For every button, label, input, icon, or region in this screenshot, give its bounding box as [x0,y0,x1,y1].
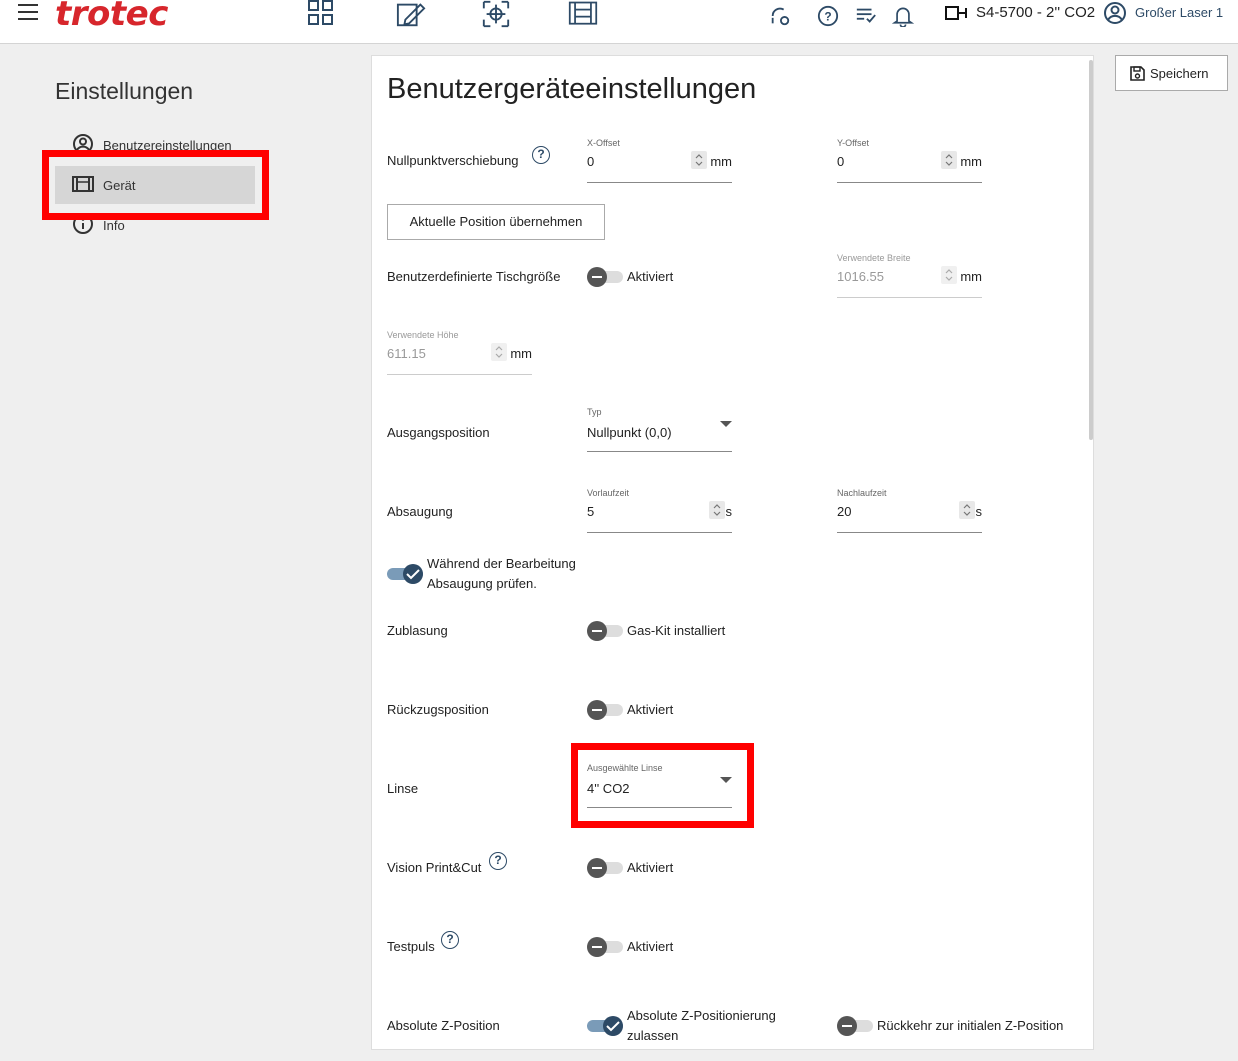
dropdown-caret-icon [720,421,732,427]
verwendete-hoehe-value: 611.15 [387,346,426,361]
vorlaufzeit-label: Vorlaufzeit [587,488,630,498]
typ-value: Nullpunkt (0,0) [587,425,672,440]
panel-scrollbar[interactable] [1089,60,1093,440]
y-offset-stepper[interactable] [941,151,957,169]
verwendete-hoehe-field[interactable]: 611.15 mm [387,343,532,375]
help-icon[interactable]: ? [817,5,839,27]
row-label-testpuls: Testpuls [387,939,435,954]
row-label-zublasung: Zublasung [387,623,448,638]
verwendete-breite-label: Verwendete Breite [837,253,911,263]
design-edit-icon[interactable] [396,0,426,28]
verwendete-breite-stepper[interactable] [941,266,957,284]
y-offset-value: 0 [837,154,845,169]
highlight-box-geraet [42,150,269,220]
laser-device-icon [945,6,967,20]
vision-toggle-label: Aktiviert [627,860,674,875]
job-queue-icon[interactable] [855,5,877,27]
check-icon [406,569,420,580]
y-offset-field[interactable]: 0 mm [837,151,982,183]
x-offset-field[interactable]: 0 mm [587,151,732,183]
vorlaufzeit-unit: s [725,504,733,519]
verwendete-breite-unit: mm [960,269,982,284]
nachlaufzeit-value: 20 [837,504,852,519]
svg-text:?: ? [824,10,831,24]
machine-device-icon[interactable] [568,0,598,28]
rueckzug-toggle[interactable] [587,700,623,720]
help-icon[interactable]: ? [489,852,507,870]
position-crosshair-icon[interactable] [481,0,511,28]
user-avatar-icon[interactable] [1103,1,1127,25]
hamburger-menu-icon[interactable] [18,4,38,22]
absaugung-pruefen-label-2: Absaugung prüfen. [427,576,537,591]
x-offset-label: X-Offset [587,138,620,148]
return-initial-z-label: Rückkehr zur initialen Z-Position [877,1018,1064,1033]
testpuls-toggle-label: Aktiviert [627,939,674,954]
top-bar: trotec ? S4-5700 - 2'' CO2 Großer Laser … [0,0,1238,44]
row-label-absaugung: Absaugung [387,504,453,519]
absaugung-pruefen-label-1: Während der Bearbeitung [427,556,576,571]
zublasung-toggle[interactable] [587,621,623,641]
y-offset-unit: mm [960,154,982,169]
notification-bell-icon[interactable] [892,5,914,27]
device-name[interactable]: S4-5700 - 2'' CO2 [976,4,1095,21]
tischgroesse-toggle-label: Aktiviert [627,269,674,284]
take-current-position-button[interactable]: Aktuelle Position übernehmen [387,204,605,240]
save-button[interactable]: Speichern [1115,55,1228,91]
verwendete-hoehe-unit: mm [510,346,532,361]
row-label-ausgangsposition: Ausgangsposition [387,425,490,440]
row-label-tischgroesse: Benutzerdefinierte Tischgröße [387,269,561,284]
zublasung-toggle-label: Gas-Kit installiert [627,623,726,638]
verwendete-hoehe-label: Verwendete Höhe [387,330,459,340]
page-title: Benutzergeräteeinstellungen [387,73,757,105]
x-offset-unit: mm [710,154,732,169]
absolute-z-label-1: Absolute Z-Positionierung [627,1008,776,1023]
user-name[interactable]: Großer Laser 1 [1135,5,1223,20]
nachlaufzeit-unit: s [975,504,983,519]
sidebar-item-label: Info [103,218,125,233]
highlight-box-linse [571,743,754,828]
vorlaufzeit-stepper[interactable] [709,501,725,519]
vorlaufzeit-field[interactable]: 5 s [587,501,733,533]
help-icon[interactable]: ? [441,931,459,949]
verwendete-breite-field[interactable]: 1016.55 mm [837,266,982,298]
save-disk-icon [1130,66,1145,81]
brand-logo: trotec [55,0,168,34]
tischgroesse-toggle[interactable] [587,267,623,287]
row-label-linse: Linse [387,781,419,796]
absaugung-pruefen-toggle[interactable] [387,564,423,584]
row-label-zpos: Absolute Z-Position [387,1018,500,1033]
typ-label: Typ [587,407,602,417]
return-initial-z-toggle[interactable] [837,1016,873,1036]
y-offset-label: Y-Offset [837,138,870,148]
nachlaufzeit-field[interactable]: 20 s [837,501,983,533]
absolute-z-label-2: zulassen [627,1028,679,1043]
rueckzug-toggle-label: Aktiviert [627,702,674,717]
verwendete-breite-value: 1016.55 [837,269,884,284]
absolute-z-toggle[interactable] [587,1016,623,1036]
vorlaufzeit-value: 5 [587,504,595,519]
dashboard-grid-icon[interactable] [306,0,336,28]
help-icon[interactable]: ? [532,146,550,164]
verwendete-hoehe-stepper[interactable] [491,343,507,361]
settings-title: Einstellungen [55,78,194,104]
x-offset-value: 0 [587,154,595,169]
save-button-label: Speichern [1150,66,1209,81]
nachlaufzeit-label: Nachlaufzeit [837,488,887,498]
vision-toggle[interactable] [587,858,623,878]
row-label-rueckzug: Rückzugsposition [387,702,489,717]
sync-settings-icon[interactable] [769,5,791,27]
typ-select[interactable]: Nullpunkt (0,0) [587,421,732,452]
testpuls-toggle[interactable] [587,937,623,957]
x-offset-stepper[interactable] [691,151,707,169]
row-label-vision: Vision Print&Cut [387,860,482,875]
nachlaufzeit-stepper[interactable] [959,501,975,519]
check-icon [606,1021,620,1032]
row-label-nullpunkt: Nullpunktverschiebung [387,153,519,168]
